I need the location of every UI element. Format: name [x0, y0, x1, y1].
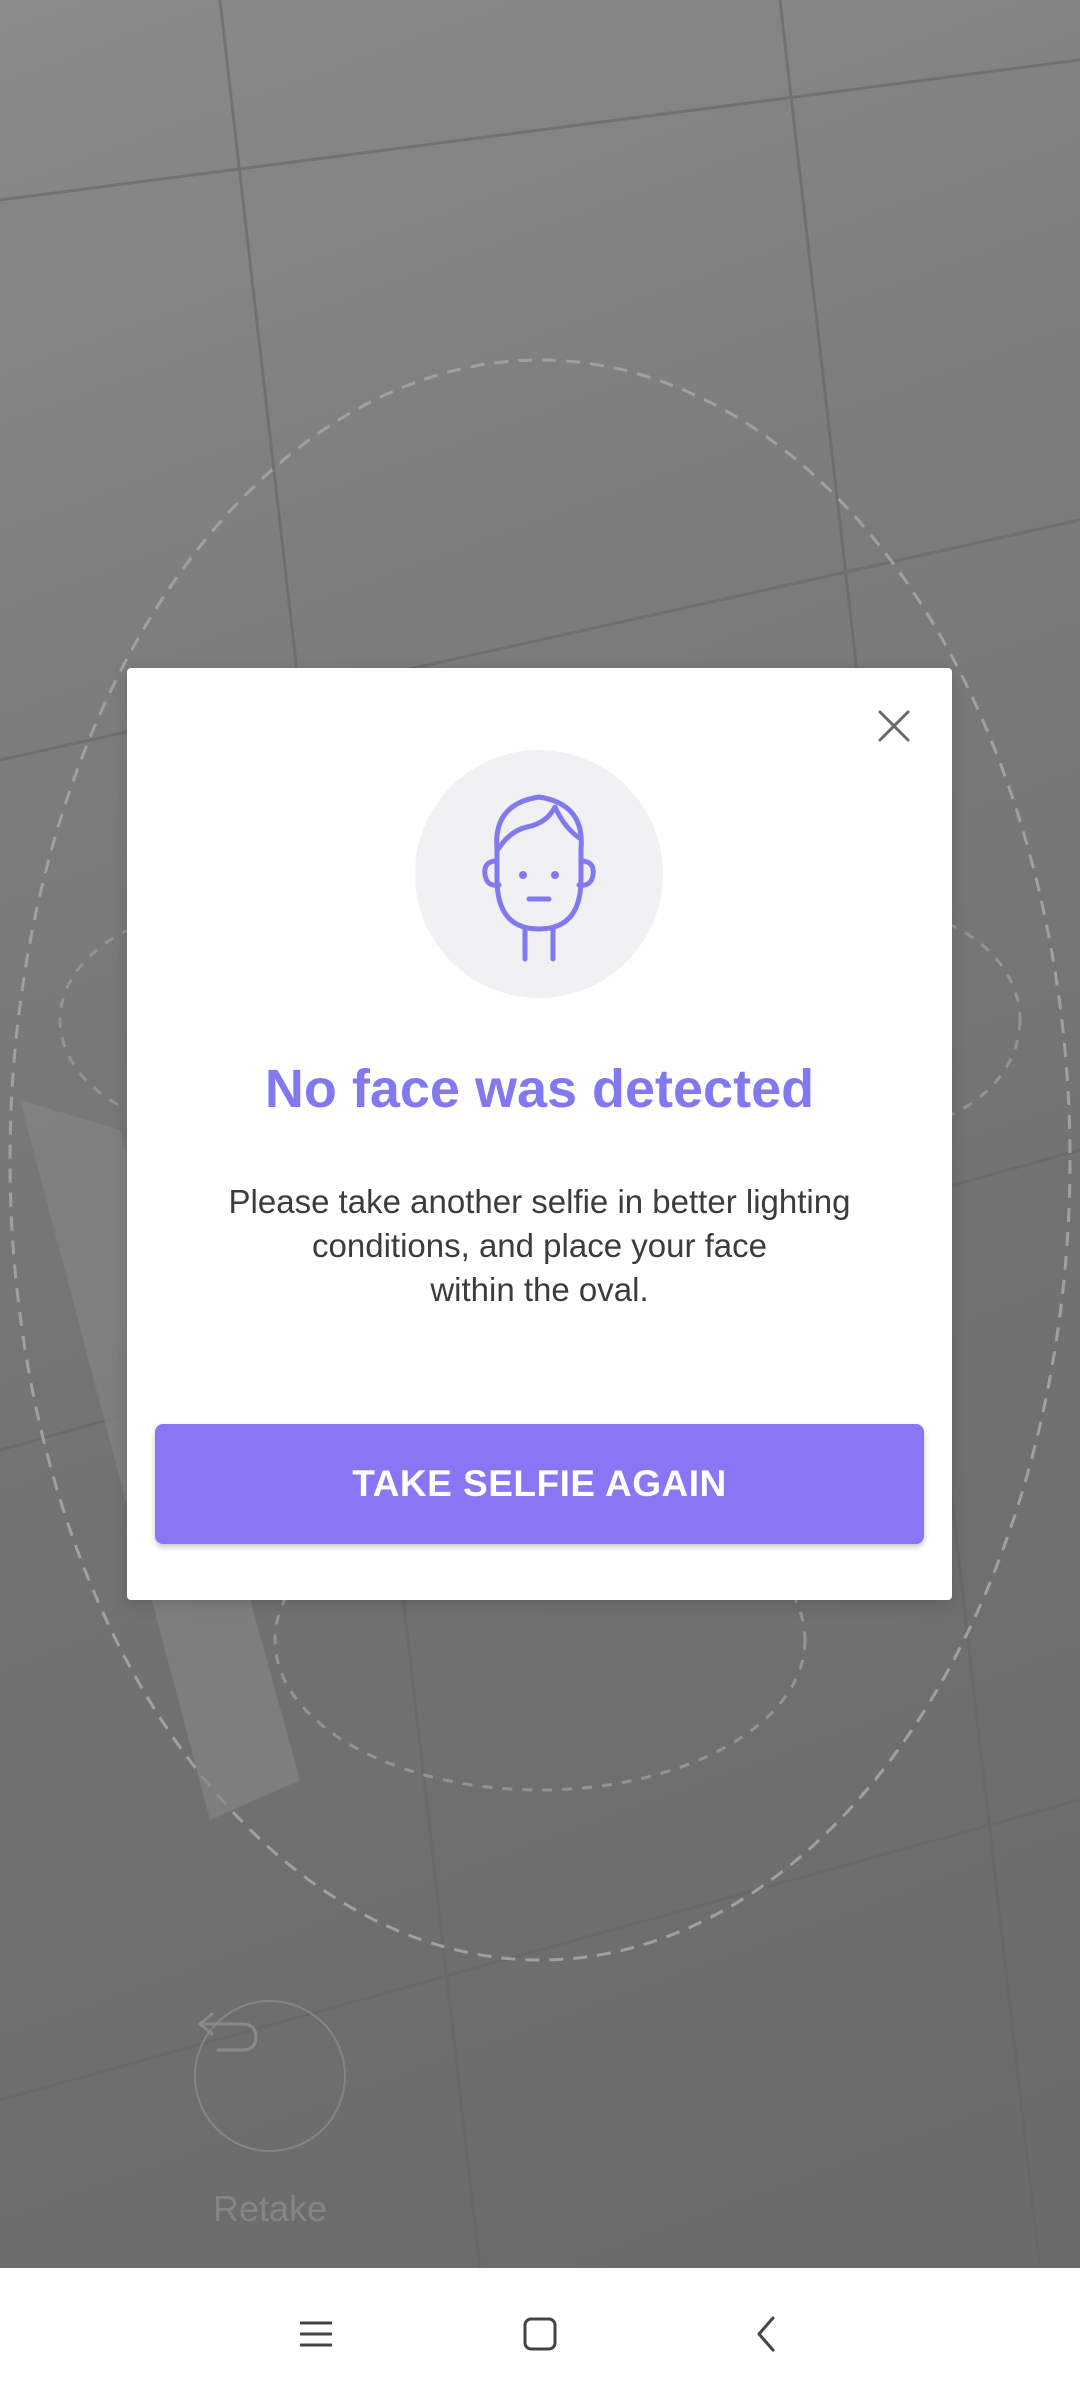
close-button[interactable] [866, 698, 922, 754]
undo-icon [198, 2012, 258, 2052]
dialog-message-line: Please take another selfie in better lig… [228, 1183, 851, 1220]
back-chevron-icon [757, 2316, 775, 2352]
face-icon [482, 794, 596, 962]
face-illustration [415, 750, 663, 998]
take-selfie-again-button[interactable]: TAKE SELFIE AGAIN [155, 1424, 924, 1544]
retake-label: Retake [212, 2188, 328, 2229]
dialog-message: Please take another selfie in better lig… [207, 1180, 872, 1312]
back-button[interactable] [730, 2298, 802, 2370]
system-nav-bar [0, 2268, 1080, 2400]
menu-button[interactable] [280, 2298, 352, 2370]
dialog-title: No face was detected [264, 1059, 815, 1119]
retake-button[interactable] [194, 2000, 346, 2152]
home-square-icon [523, 2317, 557, 2351]
close-icon [878, 710, 910, 742]
dialog-message-line: conditions, and place your face [312, 1227, 767, 1264]
no-face-dialog: No face was detected Please take another… [127, 668, 952, 1600]
dialog-message-line: within the oval. [430, 1271, 649, 1308]
home-button[interactable] [504, 2298, 576, 2370]
menu-icon [300, 2321, 332, 2347]
retake-control: Retake [190, 2000, 350, 2230]
selfie-screen: Retake No face was detected Please take … [0, 0, 1080, 2400]
